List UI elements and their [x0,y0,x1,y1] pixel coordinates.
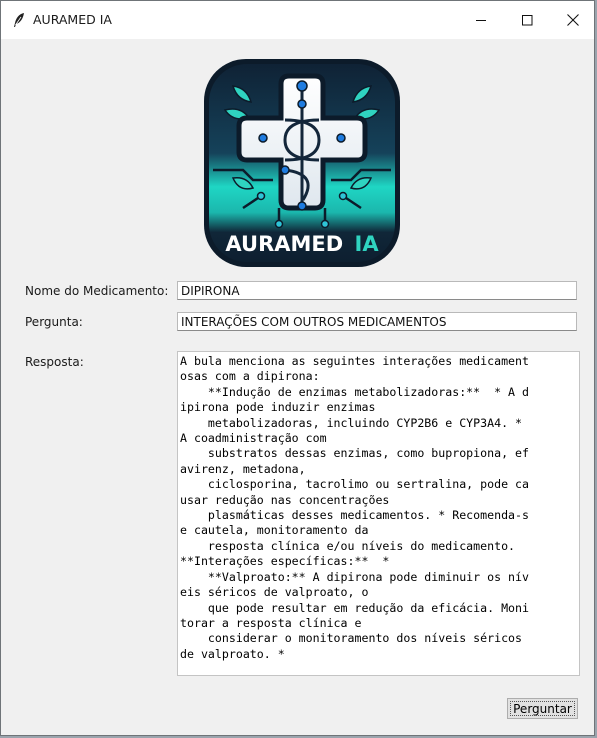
maximize-button[interactable] [504,1,550,39]
resposta-line: **Indução de enzimas metabolizadoras:** … [180,384,530,399]
resposta-line: que pode resultar em redução da eficácia… [180,600,530,615]
perguntar-button[interactable]: Perguntar [507,698,578,719]
logo-text-main: AURAMED [225,232,343,256]
svg-text:AURAMED IA: AURAMED IA [225,232,379,256]
feather-icon [14,13,24,27]
logo-text-accent: IA [355,232,380,256]
resposta-line: eis séricos de valproato, o [180,585,369,600]
pergunta-input[interactable]: INTERAÇÕES COM OUTROS MEDICAMENTOS [177,312,577,331]
title-bar[interactable]: AURAMED IA [1,1,594,39]
resposta-line: plasmáticas desses medicamentos. * Recom… [180,508,530,523]
resposta-textarea[interactable]: A bula menciona as seguintes interações … [177,351,580,676]
maximize-icon [521,14,532,25]
app-window: AURAMED IA AURAMED IA Nome do Medicament… [0,0,595,736]
resposta-line: considerar o monitoramento dos níveis sé… [180,631,523,646]
resposta-line: A coadministração com [180,431,327,446]
resposta-line: ciclosporina, tacrolimo ou sertralina, p… [180,477,530,492]
resposta-line: de valproato. * [180,646,285,661]
resposta-line: e cautela, monitoramento da [180,523,369,538]
resposta-line: substratos dessas enzimas, como bupropio… [180,446,530,461]
medicamento-input[interactable]: DIPIRONA [177,281,577,300]
resposta-text: A bula menciona as seguintes interações … [178,352,579,662]
close-icon [567,14,579,26]
resposta-line: osas com a dipirona: [180,369,320,384]
resposta-line: resposta clínica e/ou níveis do medicame… [180,538,516,553]
resposta-line: torar a resposta clínica e [180,615,362,630]
resposta-line: **Valproato:** A dipirona pode diminuir … [180,569,530,584]
resposta-line: A bula menciona as seguintes interações … [180,354,530,368]
window-title: AURAMED IA [33,12,112,27]
minimize-icon [475,19,486,21]
close-button[interactable] [550,1,596,39]
auramed-logo: AURAMED IA [204,59,400,267]
minimize-button[interactable] [458,1,504,39]
resposta-line: usar redução nas concentrações [180,492,390,507]
medicamento-label: Nome do Medicamento: [25,284,169,298]
pergunta-label: Pergunta: [25,315,83,329]
resposta-line: **Interações específicas:** * [180,554,390,569]
resposta-line: ipirona pode induzir enzimas [180,400,376,415]
resposta-line: metabolizadoras, incluindo CYP2B6 e CYP3… [180,415,523,430]
resposta-label: Resposta: [25,355,84,369]
resposta-line: avirenz, metadona, [180,461,306,476]
